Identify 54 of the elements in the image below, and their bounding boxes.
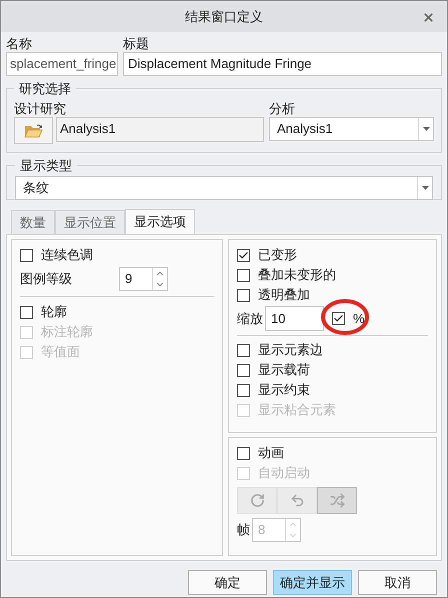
checkbox-label: 叠加未变形的	[258, 266, 336, 284]
dropdown-arrow-icon[interactable]	[422, 186, 428, 190]
checkbox-label: 连续色调	[41, 246, 93, 264]
design-study-field: Analysis1	[56, 116, 264, 142]
checkbox[interactable]	[237, 364, 250, 376]
checkbox-label: 透明叠加	[258, 286, 310, 304]
tab[interactable]: 显示位置	[55, 210, 125, 234]
checkbox[interactable]	[237, 268, 250, 282]
field-label: 标题	[123, 35, 150, 51]
tab[interactable]: 显示选项	[125, 209, 195, 234]
window-title: 结果窗口定义	[185, 8, 263, 26]
dialog-button[interactable]: 取消	[358, 570, 437, 595]
dropdown-arrow-icon[interactable]	[422, 126, 430, 130]
checkbox-label: 动画	[258, 444, 284, 462]
checkbox-label: 显示元素边	[258, 341, 323, 360]
checkbox[interactable]	[20, 248, 33, 262]
checkbox[interactable]	[237, 248, 250, 262]
field-label: 分析	[269, 100, 296, 116]
checkbox-label: 自动启动	[258, 464, 310, 482]
rotate-icon	[250, 493, 264, 508]
dialog-button[interactable]: 确定并显示	[273, 570, 352, 595]
tab[interactable]: 数量	[11, 210, 55, 234]
scale-field[interactable]: 10	[265, 306, 324, 331]
checkbox-label: 显示载荷	[258, 361, 310, 380]
group-title: 显示类型	[19, 157, 73, 175]
checkbox[interactable]	[237, 446, 250, 460]
checkbox-label: 已变形	[258, 246, 297, 264]
dropdown[interactable]: Analysis1	[269, 116, 434, 140]
name-field[interactable]: splacement_fringe	[6, 52, 118, 76]
folder-icon	[24, 122, 43, 138]
percent-label: %	[353, 310, 365, 328]
checkbox-label: 轮廓	[41, 303, 67, 322]
field-label: 名称	[6, 35, 33, 51]
group-title: 研究选择	[18, 80, 72, 98]
checkbox[interactable]	[237, 344, 250, 356]
field-label: 图例等级	[20, 270, 73, 288]
checkbox-label: 显示约束	[258, 381, 310, 400]
title-field[interactable]: Displacement Magnitude Fringe	[123, 52, 442, 76]
checkbox-label: 等值面	[41, 343, 80, 362]
undo-arrow-icon	[290, 493, 304, 508]
checkbox[interactable]	[20, 306, 33, 318]
dialog-button[interactable]: 确定	[188, 570, 267, 595]
shuffle-icon	[330, 493, 344, 508]
checkbox-label: 显示粘合元素	[258, 401, 336, 420]
close-icon[interactable]	[422, 11, 435, 24]
dropdown[interactable]: 条纹	[15, 176, 433, 200]
checkbox[interactable]	[237, 288, 250, 302]
checkbox-label: 标注轮廓	[41, 323, 93, 342]
field-label: 帧	[237, 521, 250, 540]
field-label: 设计研究	[14, 100, 67, 116]
checkbox[interactable]	[332, 312, 345, 325]
spinner-field[interactable]: 9	[119, 267, 168, 291]
field-label: 缩放	[237, 310, 263, 328]
checkbox[interactable]	[237, 384, 250, 396]
